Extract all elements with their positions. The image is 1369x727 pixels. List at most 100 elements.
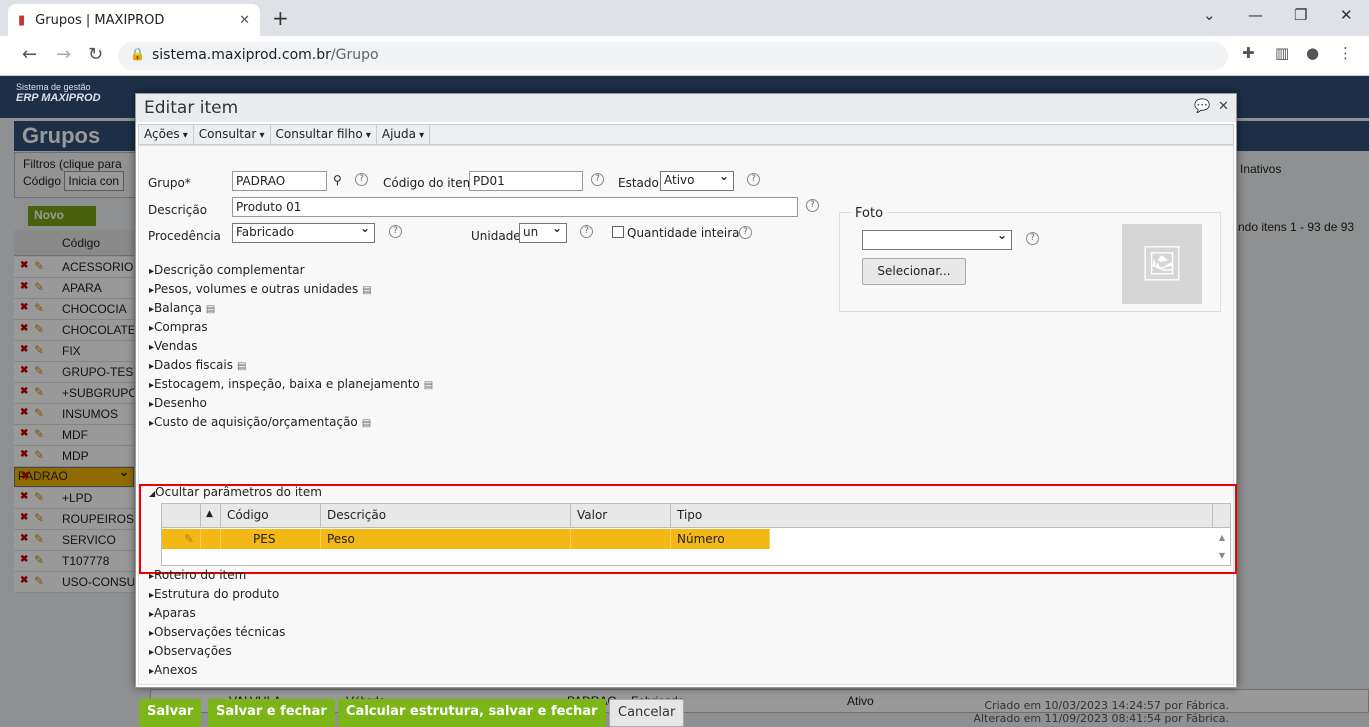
- col-descricao[interactable]: Descrição: [321, 504, 571, 528]
- menu-acoes[interactable]: Ações: [139, 125, 194, 144]
- minimize-button[interactable]: —: [1248, 6, 1263, 24]
- extensions-icon[interactable]: ✚: [1242, 44, 1255, 62]
- edit-pencil-icon[interactable]: ✎: [162, 529, 201, 549]
- new-button[interactable]: Novo: [28, 206, 96, 226]
- list-item[interactable]: ✖ ✎ MDF: [14, 425, 134, 446]
- help-icon[interactable]: ?: [591, 173, 604, 186]
- delete-icon[interactable]: ✖: [20, 554, 28, 565]
- delete-icon[interactable]: ✖: [20, 575, 28, 586]
- edit-pencil-icon[interactable]: ✎: [34, 259, 44, 273]
- edit-pencil-icon[interactable]: ✎: [34, 574, 44, 588]
- grid-scrollbar[interactable]: ▲ ▼: [1214, 529, 1230, 565]
- select-photo-button[interactable]: Selecionar...: [862, 258, 966, 285]
- edit-pencil-icon[interactable]: ✎: [34, 427, 44, 441]
- list-item[interactable]: ✖ ✎ CHOCOLATES: [14, 320, 134, 341]
- list-item[interactable]: ✖ ✎ +SUBGRUPO-: [14, 383, 134, 404]
- delete-icon[interactable]: ✖: [20, 533, 28, 544]
- menu-icon[interactable]: ⋮: [1338, 44, 1353, 62]
- section-toggle[interactable]: Dados fiscais ▤: [149, 358, 246, 372]
- delete-icon[interactable]: ✖: [20, 344, 28, 355]
- delete-icon[interactable]: ✖: [21, 471, 29, 482]
- delete-icon[interactable]: ✖: [20, 260, 28, 271]
- menu-ajuda[interactable]: Ajuda: [377, 125, 431, 144]
- col-tipo[interactable]: Tipo: [671, 504, 1213, 528]
- list-item[interactable]: ✖ ✎ T107778: [14, 551, 134, 572]
- close-icon[interactable]: ✕: [1218, 99, 1229, 114]
- list-item[interactable]: ✖ ✎ CHOCOCIA: [14, 299, 134, 320]
- help-icon[interactable]: ?: [747, 173, 760, 186]
- edit-pencil-icon[interactable]: ✎: [34, 448, 44, 462]
- edit-pencil-icon[interactable]: ✎: [34, 322, 44, 336]
- comment-icon[interactable]: 💬: [1194, 99, 1210, 114]
- close-window-button[interactable]: ✕: [1340, 6, 1353, 24]
- cell-valor[interactable]: [571, 529, 671, 549]
- edit-pencil-icon[interactable]: ✎: [34, 532, 44, 546]
- list-item[interactable]: ✖ ✎ ACESSORIOS: [14, 257, 134, 278]
- menu-consultar-filho[interactable]: Consultar filho: [271, 125, 377, 144]
- section-toggle[interactable]: Estrutura do produto: [149, 587, 279, 601]
- quantidade-inteira-checkbox[interactable]: [612, 226, 624, 238]
- photo-select[interactable]: [862, 228, 1012, 250]
- delete-icon[interactable]: ✖: [20, 386, 28, 397]
- section-toggle[interactable]: Desenho: [149, 396, 207, 410]
- table-row[interactable]: ✎ PES Peso Número: [162, 529, 770, 549]
- back-icon[interactable]: ←: [22, 44, 37, 65]
- sort-asc-icon[interactable]: ▲: [201, 504, 221, 528]
- list-item[interactable]: ✖ ✎ USO-CONSUM: [14, 572, 134, 593]
- delete-icon[interactable]: ✖: [20, 302, 28, 313]
- help-icon[interactable]: ?: [355, 173, 368, 186]
- list-item[interactable]: ✖ ✎ INSUMOS: [14, 404, 134, 425]
- list-item[interactable]: ✖ ✎ FIX: [14, 341, 134, 362]
- section-toggle[interactable]: Roteiro do item: [149, 568, 246, 582]
- help-icon[interactable]: ?: [739, 226, 752, 239]
- delete-icon[interactable]: ✖: [20, 281, 28, 292]
- edit-pencil-icon[interactable]: ✎: [34, 301, 44, 315]
- descricao-input[interactable]: Produto 01: [232, 197, 798, 217]
- avatar[interactable]: ●: [1306, 44, 1319, 62]
- sidepanel-icon[interactable]: ▥: [1275, 44, 1289, 62]
- delete-icon[interactable]: ✖: [20, 449, 28, 460]
- estado-select[interactable]: Ativo: [660, 169, 734, 191]
- codigo-input[interactable]: PD01: [469, 171, 583, 191]
- new-tab-button[interactable]: +: [272, 6, 289, 30]
- search-icon[interactable]: ⚲: [333, 173, 342, 187]
- section-toggle[interactable]: Pesos, volumes e outras unidades▤: [149, 282, 372, 296]
- edit-pencil-icon[interactable]: ✎: [34, 364, 44, 378]
- edit-pencil-icon[interactable]: ✎: [34, 490, 44, 504]
- browser-tab[interactable]: ▮ Grupos | MAXIPROD ✕: [8, 4, 260, 36]
- forward-icon[interactable]: →: [56, 44, 71, 65]
- list-item[interactable]: ✖ ✎ SERVICO: [14, 530, 134, 551]
- edit-pencil-icon[interactable]: ✎: [34, 280, 44, 294]
- calc-save-close-button[interactable]: Calcular estrutura, salvar e fechar: [338, 699, 606, 727]
- section-toggle[interactable]: Vendas: [149, 339, 198, 353]
- col-valor[interactable]: Valor: [571, 504, 671, 528]
- procedencia-select[interactable]: Fabricado: [232, 221, 375, 243]
- section-toggle[interactable]: Observações: [149, 644, 232, 658]
- section-toggle[interactable]: Observações técnicas: [149, 625, 285, 639]
- help-icon[interactable]: ?: [580, 225, 593, 238]
- section-toggle[interactable]: Compras: [149, 320, 208, 334]
- unidade-select[interactable]: un: [519, 221, 567, 243]
- help-icon[interactable]: ?: [806, 199, 819, 212]
- edit-pencil-icon[interactable]: ✎: [34, 385, 44, 399]
- section-toggle[interactable]: Anexos: [149, 663, 197, 677]
- delete-icon[interactable]: ✖: [20, 365, 28, 376]
- list-item[interactable]: ✖ ✎ APARA: [14, 278, 134, 299]
- delete-icon[interactable]: ✖: [20, 491, 28, 502]
- delete-icon[interactable]: ✖: [20, 323, 28, 334]
- section-toggle[interactable]: Descrição complementar: [149, 263, 304, 277]
- edit-pencil-icon[interactable]: ✎: [34, 553, 44, 567]
- menu-consultar[interactable]: Consultar: [194, 125, 271, 144]
- cancel-button[interactable]: Cancelar: [609, 699, 685, 727]
- col-codigo[interactable]: Código: [221, 504, 321, 528]
- section-toggle[interactable]: Custo de aquisição/orçamentação▤: [149, 415, 371, 429]
- help-icon[interactable]: ?: [389, 225, 402, 238]
- delete-icon[interactable]: ✖: [20, 407, 28, 418]
- list-item[interactable]: ✖ ✎ MDP: [14, 446, 134, 467]
- list-item[interactable]: ✖ ✎ PADRAO: [14, 467, 134, 487]
- section-toggle-parametros[interactable]: Ocultar parâmetros do item: [149, 485, 322, 499]
- edit-pencil-icon[interactable]: ✎: [34, 343, 44, 357]
- list-item[interactable]: ✖ ✎ ROUPEIROS: [14, 509, 134, 530]
- reload-icon[interactable]: ↻: [88, 44, 103, 65]
- restore-button[interactable]: ❐: [1294, 6, 1307, 24]
